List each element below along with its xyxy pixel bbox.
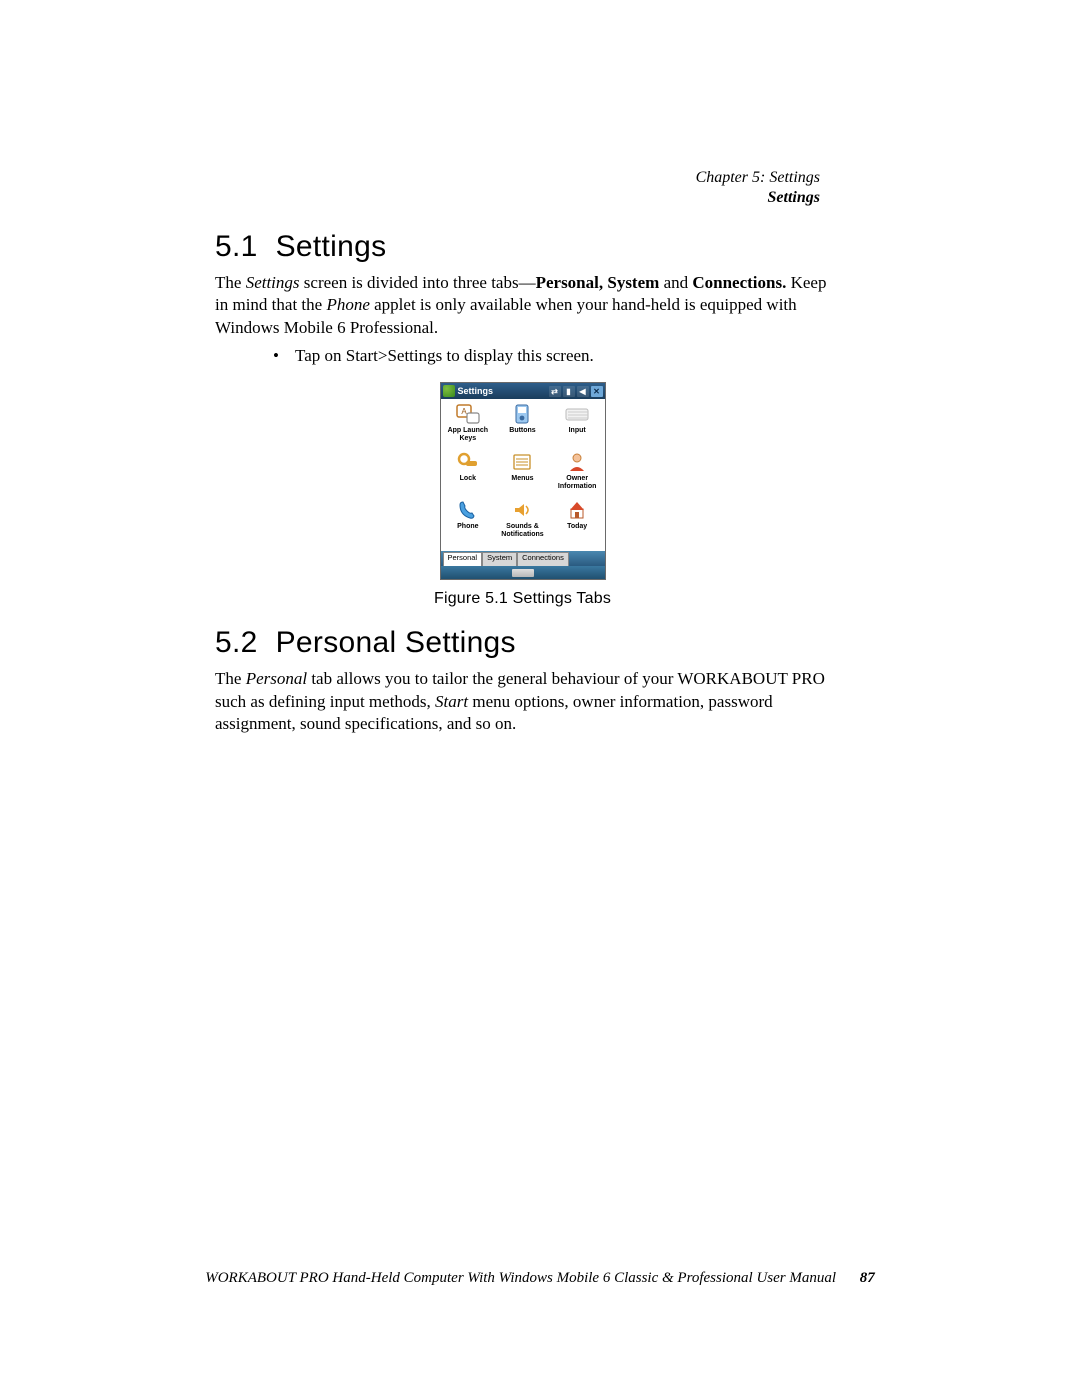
app-sounds-notifications[interactable]: Sounds & Notifications (495, 499, 550, 545)
wm-titlebar: Settings ⇄ ▮ ◀ ✕ (441, 383, 605, 399)
app-phone[interactable]: Phone (441, 499, 496, 545)
volume-icon: ◀ (577, 386, 589, 397)
section-label: Settings (696, 188, 820, 208)
connectivity-icon: ⇄ (549, 386, 561, 397)
tab-personal[interactable]: Personal (443, 552, 483, 566)
app-input[interactable]: Input (550, 403, 605, 449)
wm-tabbar: Personal System Connections (441, 551, 605, 566)
app-menus[interactable]: Menus (495, 451, 550, 497)
app-launch-keys-icon: A (455, 403, 481, 425)
heading-text: Personal Settings (276, 626, 516, 659)
menus-icon (511, 451, 533, 473)
paragraph-2: The Personal tab allows you to tailor th… (215, 668, 830, 735)
figure-5-1: Settings ⇄ ▮ ◀ ✕ A App Launch Keys But (215, 382, 830, 608)
signal-icon: ▮ (563, 386, 575, 397)
heading-5-1: 5.1 Settings (215, 230, 830, 264)
sounds-icon (511, 499, 533, 521)
keyboard-icon[interactable] (512, 569, 534, 577)
heading-5-2: 5.2 Personal Settings (215, 626, 830, 660)
heading-number: 5.1 (215, 230, 258, 264)
page-footer: WORKABOUT PRO Hand-Held Computer With Wi… (0, 1270, 1080, 1287)
bullet-list: Tap on Start>Settings to display this sc… (273, 345, 830, 368)
tab-system[interactable]: System (482, 552, 517, 566)
bullet-item: Tap on Start>Settings to display this sc… (273, 345, 830, 368)
app-buttons[interactable]: Buttons (495, 403, 550, 449)
page-number: 87 (860, 1270, 875, 1286)
input-icon (564, 403, 590, 425)
chapter-label: Chapter 5: Settings (696, 168, 820, 188)
start-icon (443, 385, 455, 397)
today-icon (566, 499, 588, 521)
footer-text: WORKABOUT PRO Hand-Held Computer With Wi… (205, 1270, 836, 1286)
app-owner-information[interactable]: Owner Information (550, 451, 605, 497)
heading-text: Settings (276, 230, 387, 263)
buttons-icon (511, 403, 533, 425)
wm-sip-bar (441, 566, 605, 579)
heading-number: 5.2 (215, 626, 258, 660)
phone-icon (457, 499, 479, 521)
app-launch-keys[interactable]: A App Launch Keys (441, 403, 496, 449)
lock-icon (456, 451, 480, 473)
app-today[interactable]: Today (550, 499, 605, 545)
app-grid: A App Launch Keys Buttons Input Lock (441, 399, 605, 551)
app-lock[interactable]: Lock (441, 451, 496, 497)
page-header: Chapter 5: Settings Settings (696, 168, 820, 208)
owner-icon (566, 451, 588, 473)
close-icon: ✕ (591, 386, 603, 397)
device-screenshot: Settings ⇄ ▮ ◀ ✕ A App Launch Keys But (440, 382, 606, 580)
wm-title: Settings (458, 386, 494, 396)
paragraph-1: The Settings screen is divided into thre… (215, 272, 830, 339)
figure-caption: Figure 5.1 Settings Tabs (434, 590, 611, 608)
tab-connections[interactable]: Connections (517, 552, 569, 566)
